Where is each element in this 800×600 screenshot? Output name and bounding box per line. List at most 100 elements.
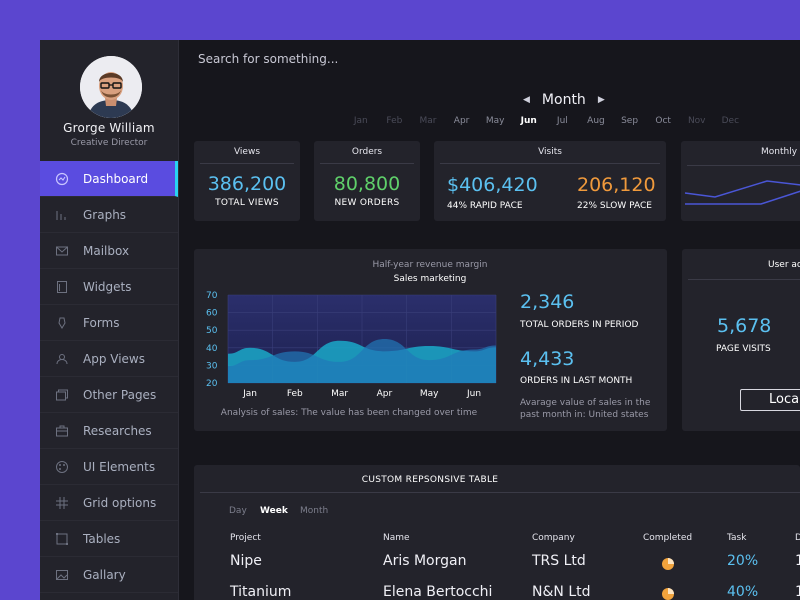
visits-value: $406,420 [447,174,538,196]
visits-rapid-label: 44% RAPID PACE [447,201,523,211]
month-feb[interactable]: Feb [378,116,412,126]
chevron-right-icon[interactable]: ▶ [598,95,605,105]
views-label: TOTAL VIEWS [215,198,279,208]
briefcase-icon [54,423,70,439]
y-tick-label: 70 [206,291,218,301]
visits-card: Visits $406,420 44% RAPID PACE 206,120 2… [434,141,666,221]
sidebar-item-mailbox[interactable]: Mailbox [40,233,178,269]
sidebar-item-graphs[interactable]: Graphs [40,197,178,233]
sidebar-item-label: Researches [83,423,152,438]
sidebar-item-forms[interactable]: Forms [40,305,178,341]
y-tick-label: 20 [206,379,218,389]
column-header-project[interactable]: Project [230,533,261,543]
month-navigator: ◀ Month ▶ [523,92,605,108]
views-value: 386,200 [207,173,287,195]
cell-project: Nipe [230,553,262,569]
location-button[interactable]: Loca [740,389,800,411]
column-header-name[interactable]: Name [383,533,410,543]
avatar-photo [80,56,142,118]
cell-task: 40% [727,584,759,600]
month-may[interactable]: May [478,116,512,126]
image-icon [54,567,70,583]
sidebar-item-label: Mailbox [83,243,130,258]
sidebar-nav: Dashboard Graphs Mailbox Widgets Forms A… [40,161,178,593]
x-tick-label: Mar [331,389,348,399]
custom-table-card: CUSTOM REPSONSIVE TABLE Day Week Month P… [194,465,800,600]
month-oct[interactable]: Oct [646,116,680,126]
x-tick-label: Apr [377,389,393,399]
card-title: Orders [351,147,383,157]
month-nov[interactable]: Nov [680,116,714,126]
sidebar-item-label: Dashboard [83,171,149,186]
page-visits-label: PAGE VISITS [716,344,771,354]
avatar[interactable] [80,56,142,118]
orders-label: NEW ORDERS [334,198,400,208]
cell-task: 20% [727,553,759,569]
column-header-d[interactable]: D [795,533,800,543]
orders-month-value: 4,433 [520,348,575,370]
card-title: Views [233,147,261,157]
sidebar-item-widgets[interactable]: Widgets [40,269,178,305]
graph-icon [54,207,70,223]
month-aug[interactable]: Aug [579,116,613,126]
x-tick-label: Jun [466,389,481,399]
sidebar-item-ui-elements[interactable]: UI Elements [40,449,178,485]
tab-week[interactable]: Week [260,506,288,516]
sales-note: Avarage value of sales in the past month… [520,398,651,420]
column-header-completed[interactable]: Completed [643,533,692,543]
orders-period-value: 2,346 [520,291,575,313]
cell-d: 1 [795,553,800,569]
monthly-card: Monthly I [681,141,800,221]
month-jun[interactable]: Jun [512,116,546,126]
dashboard-window: Grorge William Creative Director Dashboa… [40,40,800,600]
month-jan[interactable]: Jan [344,116,378,126]
visits-slow-value: 206,120 [577,174,656,196]
sidebar-item-label: Other Pages [83,387,157,402]
sidebar-item-label: Graphs [83,207,127,222]
monthly-sparkline [684,180,800,205]
month-label: Month [541,92,586,108]
month-dec[interactable]: Dec [714,116,748,126]
y-tick-label: 60 [206,309,218,319]
main-content: ◀ Month ▶ Jan Feb Mar Apr May Jun Jul Au… [179,40,800,600]
tab-day[interactable]: Day [229,506,247,516]
dashboard-icon [54,171,70,187]
sidebar-item-label: App Views [83,351,145,366]
y-tick-label: 40 [206,344,218,354]
month-mar[interactable]: Mar [411,116,445,126]
chevron-left-icon[interactable]: ◀ [523,95,530,105]
sidebar-item-other-pages[interactable]: Other Pages [40,377,178,413]
card-title: Visits [538,147,562,157]
month-apr[interactable]: Apr [445,116,479,126]
palette-icon [54,459,70,475]
orders-value: 80,800 [333,173,401,195]
sidebar-item-gallary[interactable]: Gallary [40,557,178,593]
sidebar-item-tables[interactable]: Tables [40,521,178,557]
views-card: Views 386,200 TOTAL VIEWS [194,141,300,221]
column-header-company[interactable]: Company [532,533,575,543]
app-views-icon [54,351,70,367]
month-selector: Jan Feb Mar Apr May Jun Jul Aug Sep Oct … [344,116,747,126]
cell-company: N&N Ltd [532,584,591,600]
sidebar-item-label: Tables [83,531,121,546]
pen-icon [54,315,70,331]
sidebar-item-dashboard[interactable]: Dashboard [40,161,178,197]
card-title: User ac [768,260,800,270]
visits-slow-label: 22% SLOW PACE [577,201,652,211]
month-jul[interactable]: Jul [546,116,580,126]
sidebar-item-label: Grid options [83,495,157,510]
profile-name: Grorge William [63,121,155,135]
tab-month[interactable]: Month [300,506,328,516]
mail-icon [54,243,70,259]
sidebar-item-researches[interactable]: Researches [40,413,178,449]
cell-project: Titanium [230,584,292,600]
cell-company: TRS Ltd [532,553,586,569]
search-input[interactable] [196,49,600,69]
sidebar-item-label: Widgets [83,279,132,294]
sidebar-item-grid-options[interactable]: Grid options [40,485,178,521]
cell-name: Aris Morgan [383,553,467,569]
widgets-icon [54,279,70,295]
month-sep[interactable]: Sep [613,116,647,126]
sidebar-item-app-views[interactable]: App Views [40,341,178,377]
column-header-task[interactable]: Task [727,533,746,543]
